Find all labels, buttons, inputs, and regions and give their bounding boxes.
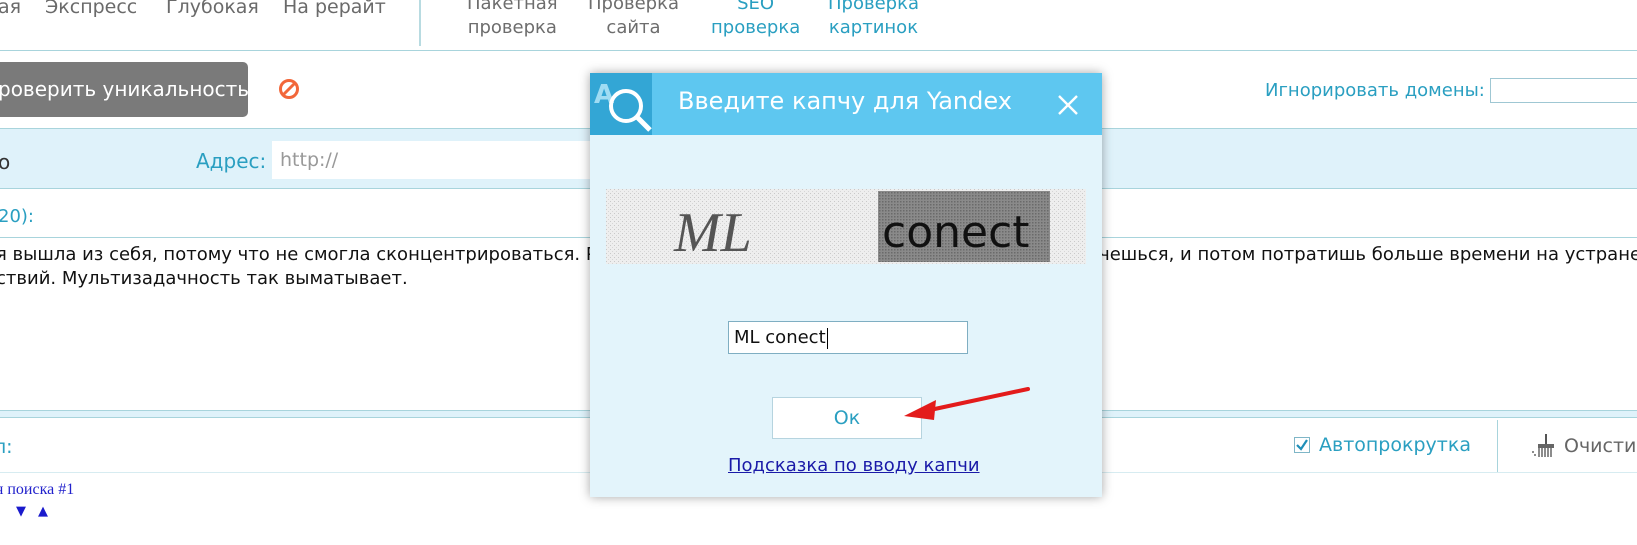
ignore-domains-label: Игнорировать домены: (1265, 80, 1485, 101)
nav-tab-express[interactable]: Экспресс (45, 0, 137, 18)
checkmark-icon (1296, 439, 1308, 451)
nav-divider (0, 50, 1637, 51)
nav-tab-seo-line2: проверка (711, 17, 801, 38)
nav-tab-site-check[interactable]: Проверка сайта (588, 0, 679, 40)
nav-tab-rewrite[interactable]: На рерайт (283, 0, 386, 18)
nav-separator (419, 0, 421, 46)
captcha-input[interactable]: ML conect (728, 321, 968, 354)
nav-tab-batch-line1: Пакетная (467, 0, 558, 14)
autoscroll-checkbox[interactable] (1294, 437, 1310, 453)
app-logo: A (590, 73, 652, 135)
address-label: Адрес: (196, 149, 267, 173)
sort-arrows: ▼▲ (16, 504, 60, 519)
nav-tab-batch-line2: проверка (467, 17, 557, 38)
dialog-title: Введите капчу для Yandex (678, 87, 1012, 115)
band-left-text: о (0, 150, 11, 174)
text-body[interactable]: я вышла из себя, потому что не смогла ск… (0, 243, 608, 291)
captcha-image: ML conect (606, 189, 1086, 264)
arrow-down-icon[interactable]: ▼ (16, 504, 38, 519)
nav-tab-image-check[interactable]: Проверка картинок (828, 0, 919, 40)
nav-tab-site-line1: Проверка (588, 0, 679, 14)
address-input[interactable]: http:// (272, 141, 602, 179)
nav-tab-seo-check[interactable]: SEO проверка (711, 0, 800, 40)
captcha-dialog: A Введите капчу для Yandex ML conect ML … (590, 73, 1102, 497)
nav-tab-seo-line1: SEO (737, 0, 775, 14)
nav-tab-deep[interactable]: Глубокая (166, 0, 259, 18)
check-uniqueness-button[interactable]: роверить уникальность (0, 62, 248, 117)
text-line-1-right: ечешься, и потом потратишь больше времен… (1088, 244, 1637, 265)
text-line-2: ствий. Мультизадачность так выматывает. (0, 268, 408, 289)
clear-label: Очисти (1564, 435, 1637, 457)
close-icon[interactable] (1056, 93, 1080, 117)
search-result-link[interactable]: я поиска #1 (0, 481, 74, 499)
results-separator (1497, 420, 1498, 472)
nav-tab-batch-check[interactable]: Пакетная проверка (467, 0, 558, 40)
nav-tab-image-line2: картинок (828, 17, 919, 38)
autoscroll-label: Автопрокрутка (1319, 434, 1471, 456)
nav-tab-site-line2: сайта (606, 17, 661, 38)
captcha-input-value: ML conect (734, 327, 826, 348)
ignore-domains-input[interactable] (1490, 78, 1637, 103)
clear-button[interactable]: Очисти (1530, 434, 1636, 458)
nav-tab-fragment[interactable]: ая (0, 0, 21, 18)
autoscroll-toggle[interactable]: Автопрокрутка (1294, 434, 1471, 456)
text-caret (826, 327, 828, 349)
magnifier-logo-icon: A (594, 80, 652, 132)
red-arrow-annotation (904, 387, 1030, 420)
dialog-header: A Введите капчу для Yandex (590, 73, 1102, 135)
stop-icon[interactable] (278, 78, 300, 100)
captcha-hint-link[interactable]: Подсказка по вводу капчи (728, 455, 980, 476)
captcha-word-1: ML (673, 202, 752, 264)
arrow-up-icon[interactable]: ▲ (38, 504, 60, 519)
captcha-word-2: conect (882, 207, 1030, 258)
broom-icon (1532, 434, 1554, 457)
results-label: л: (0, 436, 13, 458)
nav-tab-image-line1: Проверка (828, 0, 919, 14)
text-count-label: 20): (0, 206, 34, 227)
text-line-1-left: я вышла из себя, потому что не смогла ск… (0, 244, 608, 265)
